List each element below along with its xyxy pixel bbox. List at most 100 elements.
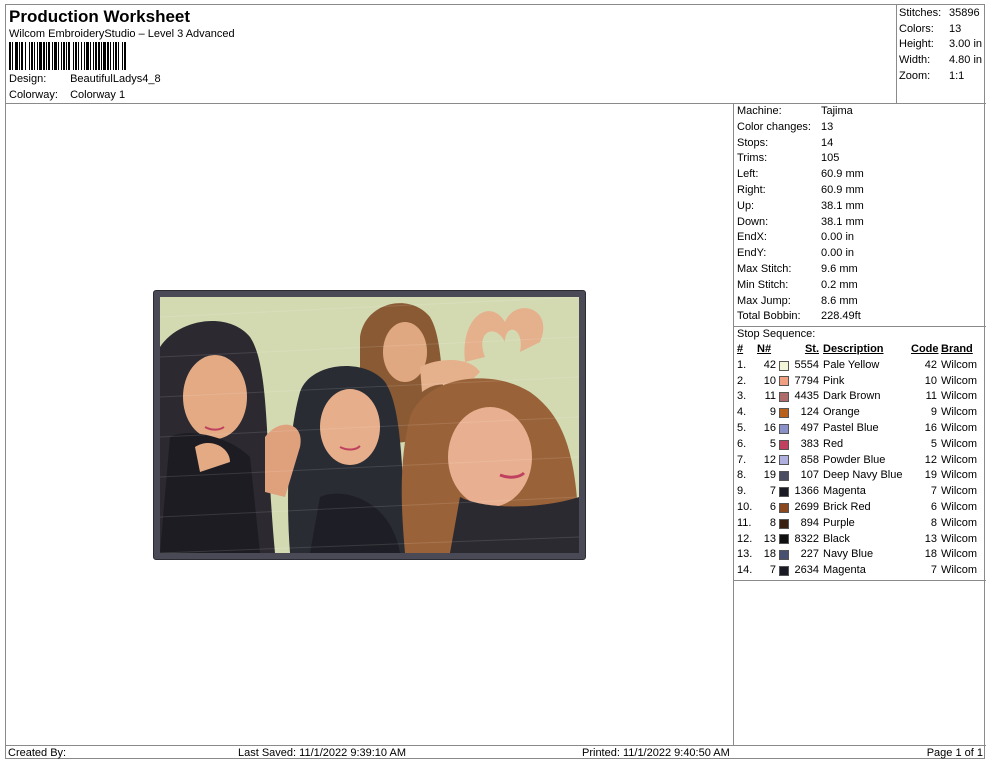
stat-row: Right: 60.9 mm — [734, 183, 986, 199]
stat-value: 8.6 mm — [821, 294, 858, 307]
design-row: Design: BeautifulLadys4_8 — [9, 73, 161, 85]
color-swatch — [779, 563, 793, 579]
row-needle: 10 — [763, 374, 776, 387]
stat-value: 60.9 mm — [821, 168, 864, 181]
stat-label: Up: — [737, 199, 755, 212]
row-index: 8. — [737, 469, 747, 482]
row-needle: 5 — [769, 437, 776, 450]
row-description: Red — [823, 437, 844, 450]
design-details-panel: Machine: Tajima Color changes: 13 Stops: 14… — [734, 104, 986, 745]
col-code: Code — [911, 342, 939, 355]
stat-row: EndY: 0.00 in — [734, 246, 986, 262]
color-swatch — [779, 421, 793, 437]
thread-color-swatch — [779, 423, 789, 434]
row-index: 11. — [737, 516, 752, 529]
summary-row: Width: 4.80 in — [899, 53, 986, 69]
row-description: Powder Blue — [823, 453, 886, 466]
stop-sequence-table: # N# St. Description Code Brand 1. 42 5554… — [734, 342, 986, 581]
row-code: 7 — [930, 564, 937, 577]
row-stitches: 124 — [800, 406, 819, 419]
row-description: Magenta — [823, 564, 866, 577]
table-row: 6. 5 383 Red 5 Wilcom — [734, 437, 986, 453]
stat-label: Max Jump: — [737, 294, 791, 307]
thread-color-swatch — [779, 534, 789, 545]
col-needle: N# — [757, 342, 772, 355]
summary-value: 13 — [949, 22, 962, 35]
colorway-label: Colorway: — [9, 89, 58, 101]
stat-value: 38.1 mm — [821, 215, 864, 228]
row-stitches: 858 — [800, 453, 819, 466]
table-row: 9. 7 1366 Magenta 7 Wilcom — [734, 484, 986, 500]
col-description: Description — [823, 342, 884, 355]
stat-row: Color changes: 13 — [734, 120, 986, 136]
row-code: 19 — [924, 469, 937, 482]
stat-row: EndX: 0.00 in — [734, 230, 986, 246]
row-needle: 18 — [763, 548, 776, 561]
row-needle: 9 — [769, 406, 776, 419]
stat-value: 13 — [821, 120, 834, 133]
row-brand: Wilcom — [941, 532, 978, 545]
table-row: 14. 7 2634 Magenta 7 Wilcom — [734, 563, 986, 579]
row-brand: Wilcom — [941, 500, 978, 513]
row-stitches: 894 — [800, 516, 819, 529]
summary-row: Zoom: 1:1 — [899, 69, 986, 85]
stat-value: 228.49ft — [821, 310, 861, 323]
stat-label: Color changes: — [737, 120, 811, 133]
color-swatch — [779, 468, 793, 484]
summary-label: Stitches: — [899, 7, 942, 19]
worksheet-footer: Created By: Last Saved: 11/1/2022 9:39:1… — [6, 745, 986, 759]
stat-row: Machine: Tajima — [734, 104, 986, 120]
thread-color-swatch — [779, 376, 789, 387]
row-description: Purple — [823, 516, 855, 529]
row-brand: Wilcom — [941, 437, 978, 450]
row-brand: Wilcom — [941, 548, 978, 561]
row-description: Pastel Blue — [823, 421, 879, 434]
color-swatch — [779, 374, 793, 390]
row-description: Navy Blue — [823, 548, 874, 561]
design-artwork — [160, 297, 579, 553]
barcode-bar — [126, 42, 127, 70]
row-description: Brick Red — [823, 500, 871, 513]
table-row: 2. 10 7794 Pink 10 Wilcom — [734, 374, 986, 390]
stat-row: Min Stitch: 0.2 mm — [734, 278, 986, 294]
table-row: 3. 11 4435 Dark Brown 11 Wilcom — [734, 389, 986, 405]
summary-row: Stitches: 35896 — [899, 6, 986, 22]
worksheet-header: Production Worksheet Wilcom EmbroiderySt… — [6, 5, 897, 104]
stat-value: 105 — [821, 152, 840, 165]
table-row: 1. 42 5554 Pale Yellow 42 Wilcom — [734, 358, 986, 374]
row-description: Magenta — [823, 485, 866, 498]
printed-date: Printed: 11/1/2022 9:40:50 AM — [582, 747, 730, 759]
row-brand: Wilcom — [941, 390, 978, 403]
table-row: 4. 9 124 Orange 9 Wilcom — [734, 405, 986, 421]
table-row: 5. 16 497 Pastel Blue 16 Wilcom — [734, 421, 986, 437]
stat-value: 9.6 mm — [821, 262, 858, 275]
row-brand: Wilcom — [941, 469, 978, 482]
colorway-value: Colorway 1 — [70, 89, 126, 101]
row-stitches: 8322 — [794, 532, 819, 545]
color-swatch — [779, 516, 793, 532]
stat-row: Stops: 14 — [734, 136, 986, 152]
col-index: # — [737, 342, 744, 355]
row-needle: 7 — [769, 485, 776, 498]
row-index: 6. — [737, 437, 747, 450]
summary-value: 4.80 in — [949, 54, 983, 67]
row-stitches: 7794 — [794, 374, 819, 387]
page-number: Page 1 of 1 — [926, 747, 983, 759]
thread-color-swatch — [779, 439, 789, 450]
stat-value: 60.9 mm — [821, 183, 864, 196]
row-brand: Wilcom — [941, 564, 978, 577]
thread-color-swatch — [779, 550, 789, 561]
row-index: 10. — [737, 500, 753, 513]
row-index: 9. — [737, 485, 747, 498]
color-swatch — [779, 500, 793, 516]
stat-label: Max Stitch: — [737, 262, 792, 275]
production-worksheet: Production Worksheet Wilcom EmbroiderySt… — [5, 4, 986, 759]
thread-color-swatch — [779, 471, 789, 482]
row-index: 5. — [737, 421, 747, 434]
row-index: 2. — [737, 374, 747, 387]
design-label: Design: — [9, 73, 47, 85]
summary-label: Colors: — [899, 22, 934, 35]
stat-value: 0.00 in — [821, 231, 855, 244]
stat-row: Max Jump: 8.6 mm — [734, 294, 986, 310]
stat-value: 38.1 mm — [821, 199, 864, 212]
